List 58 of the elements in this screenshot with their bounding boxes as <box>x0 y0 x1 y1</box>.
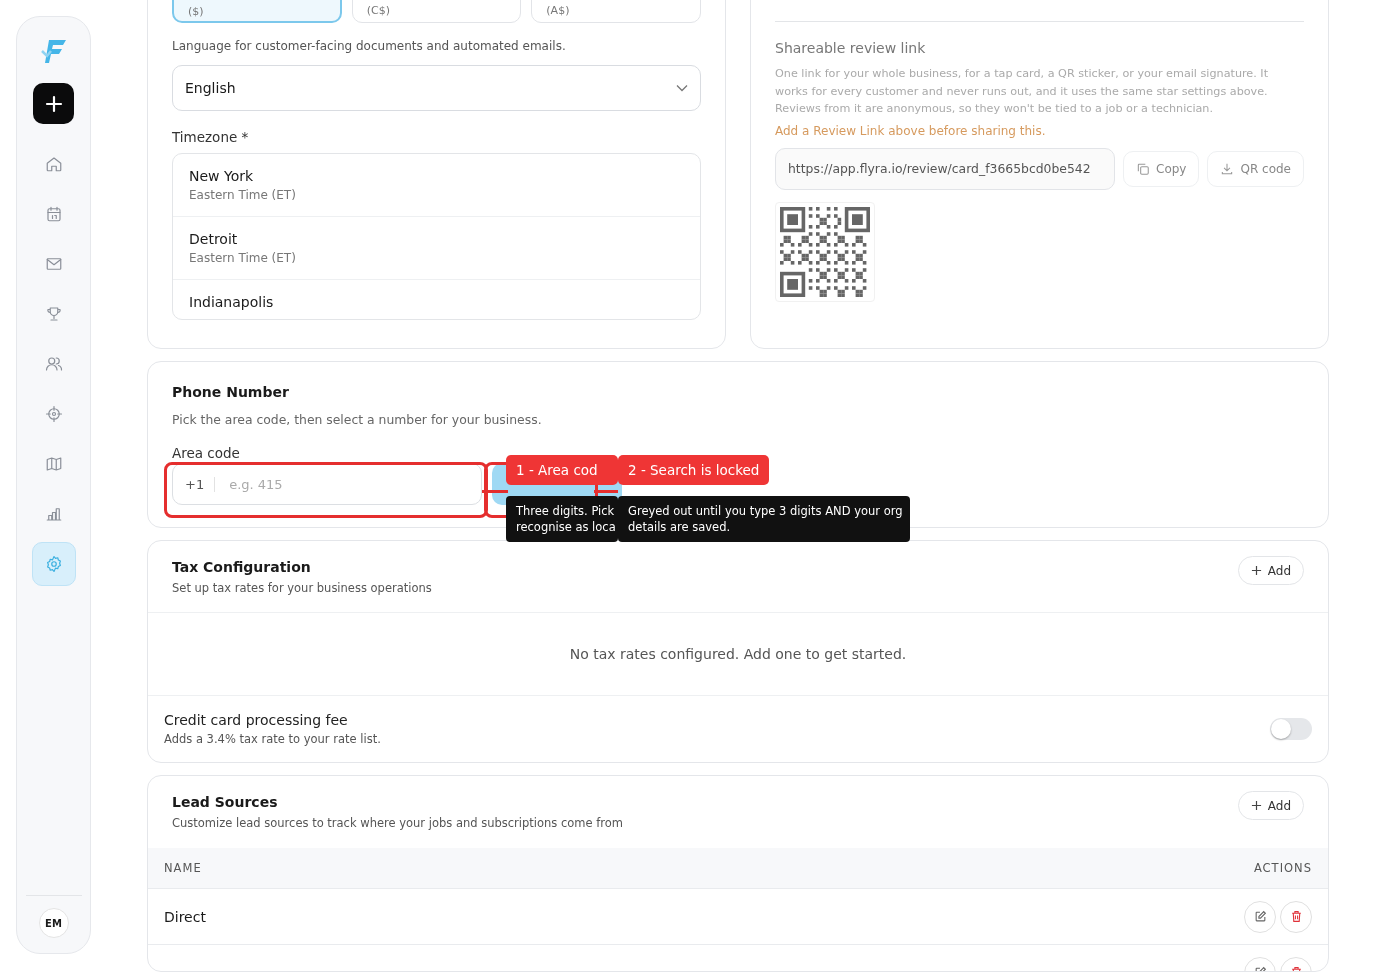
toggle-switch[interactable] <box>1270 718 1312 740</box>
card-title: Lead Sources <box>172 794 279 810</box>
users-icon <box>44 355 63 373</box>
edit-icon <box>1253 910 1267 923</box>
card-title: Tax Configuration <box>172 559 312 575</box>
card-title: Phone Number <box>172 384 290 400</box>
trophy-icon <box>44 305 63 323</box>
add-button[interactable]: Add <box>1237 556 1304 585</box>
qr-download-button[interactable]: QR code <box>1207 150 1304 187</box>
review-url-field[interactable]: https://app.flyra.io/review/card_f3665bcd0be542 <box>775 147 1115 190</box>
review-link-description: One link for your whole business, for a tap card, a QR sticker, or your email signature. It works for every customer and never runs out, and it uses the same star settings above. Reviews from it are anonymous, so they won't be tied to a job or a technician. <box>775 66 1270 117</box>
language-hint: Language for customer-facing documents and automated emails. <box>172 39 567 53</box>
section-heading: Shareable review link <box>775 40 927 56</box>
home-icon <box>44 155 63 173</box>
copy-icon <box>1136 161 1150 176</box>
settings-nav-button[interactable] <box>31 542 76 586</box>
card-description: Set up tax rates for your business operations <box>172 581 432 595</box>
fee-title: Credit card processing fee <box>164 712 349 728</box>
delete-button[interactable] <box>1280 900 1312 933</box>
callout-label: 1 - Area cod <box>506 455 618 485</box>
download-icon <box>1220 161 1235 176</box>
tooltip: Greyed out until you type 3 digits AND your org details are saved. <box>618 496 910 542</box>
bar-chart-icon <box>44 505 63 523</box>
chevron-down-icon <box>676 84 688 92</box>
empty-state-text: No tax rates configured. Add one to get started. <box>148 613 1328 696</box>
mail-icon <box>44 255 63 273</box>
currency-option[interactable]: (A$) <box>531 0 701 23</box>
calendar-icon <box>44 205 63 223</box>
currency-option[interactable]: (C$) <box>351 0 522 23</box>
edit-button[interactable] <box>1244 900 1276 933</box>
callout-label: 2 - Search is locked <box>618 455 770 485</box>
card-description: Pick the area code, then select a number for your business. <box>172 412 543 427</box>
plus-icon <box>44 94 63 113</box>
table-cell: Direct <box>164 908 206 925</box>
fee-description: Adds a 3.4% tax rate to your rate list. <box>164 732 381 746</box>
timezone-label: Timezone * <box>172 129 250 145</box>
column-header: ACTIONS <box>1253 861 1312 875</box>
plus-icon <box>1250 800 1262 811</box>
timezone-option[interactable]: New York Eastern Time (ET) <box>173 154 700 217</box>
tooltip: Three digits. Pick recognise as loca <box>506 496 618 542</box>
add-button[interactable]: Add <box>1237 791 1304 820</box>
user-avatar[interactable]: EM <box>38 908 69 938</box>
language-select[interactable]: English <box>172 65 701 111</box>
logo-icon <box>39 37 68 65</box>
timezone-option[interactable]: Detroit Eastern Time (ET) <box>173 217 700 280</box>
card-description: Customize lead sources to track where your jobs and subscriptions come from <box>172 816 624 830</box>
copy-button[interactable]: Copy <box>1123 150 1200 187</box>
column-header: NAME <box>164 861 202 875</box>
create-button[interactable] <box>33 83 74 124</box>
trash-icon <box>1289 910 1303 923</box>
warning-text: Add a Review Link above before sharing this. <box>775 123 1047 138</box>
area-code-label: Area code <box>172 445 241 461</box>
settings-icon <box>44 555 63 573</box>
timezone-option[interactable]: Indianapolis <box>173 280 700 319</box>
crosshair-icon <box>44 405 63 423</box>
plus-icon <box>1250 565 1262 576</box>
currency-option[interactable]: ($) <box>172 0 342 23</box>
map-icon <box>44 455 63 473</box>
